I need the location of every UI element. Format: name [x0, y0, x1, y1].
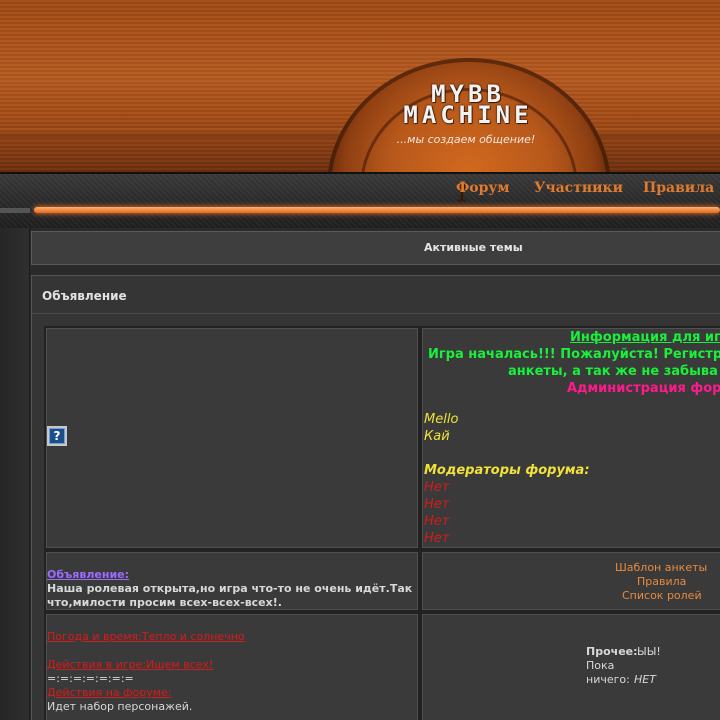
left-column	[0, 228, 30, 720]
announcement-image-cell	[44, 326, 420, 550]
moderator-name: Нет	[424, 497, 450, 512]
form-template-link[interactable]: Шаблон анкеты	[615, 561, 707, 574]
separator-text: =:=:=:=:=:=:=	[47, 672, 134, 685]
game-actions-link[interactable]: Действия в игре:Ищем всех!	[47, 658, 213, 671]
other-line-3-prefix: ничего:	[586, 673, 630, 686]
active-topics-link[interactable]: Активные темы	[424, 241, 523, 254]
header-banner: MYBB MACHINE ...мы создаем общение!	[0, 0, 720, 172]
rules-link[interactable]: Правила	[637, 575, 686, 588]
other-line-3-value: НЕТ	[634, 673, 656, 686]
other-value: ЫЫ!	[637, 645, 661, 658]
moderators-label: Модераторы форума:	[424, 463, 590, 478]
weather-link[interactable]: Погода и время:Тепло и солнечно	[47, 630, 245, 643]
admin-name: Кай	[424, 429, 450, 444]
nav-rail-left	[0, 208, 30, 213]
moderator-name: Нет	[424, 514, 450, 529]
info-heading[interactable]: Информация для иг	[570, 330, 720, 345]
broken-image-icon: ?	[47, 426, 67, 446]
active-topics-bar[interactable]: Активные темы	[31, 231, 720, 265]
announcement-title: Объявление	[42, 289, 127, 303]
site-logo[interactable]: MYBB MACHINE	[346, 82, 590, 129]
moderator-name: Нет	[424, 531, 450, 546]
page: MYBB MACHINE ...мы создаем общение! ⟟ Фо…	[0, 0, 720, 720]
info-line-2: анкеты, а так же не забыва	[508, 364, 718, 379]
logo-line-2: MACHINE	[403, 101, 533, 129]
info-line-3: Администрация фор	[567, 381, 720, 396]
announcement-other-cell	[420, 612, 720, 720]
other-line-2: Пока	[586, 659, 615, 672]
nav-rules-link[interactable]: Правила	[643, 180, 714, 196]
site-tagline: ...мы создаем общение!	[396, 133, 536, 146]
roles-list-link[interactable]: Список ролей	[622, 589, 702, 602]
notice-text-line-1: Наша ролевая открыта,но игра что-то не о…	[47, 582, 413, 595]
moderator-name: Нет	[424, 480, 450, 495]
announcement-header: Объявление	[32, 276, 720, 314]
notice-text-line-2: что,милости просим всех-всех-всех!.	[47, 596, 282, 609]
admin-name: Mello	[424, 412, 459, 427]
forum-actions-link[interactable]: Действия на форуме:	[47, 686, 172, 699]
nav-members-link[interactable]: Участники	[534, 180, 623, 196]
notice-label-link[interactable]: Объявление:	[47, 568, 129, 581]
other-label: Прочее:	[586, 645, 638, 658]
forum-actions-text: Идет набор персонажей.	[47, 700, 193, 713]
nav-rail-glow	[34, 207, 720, 213]
nav-forum-link[interactable]: Форум	[456, 180, 510, 196]
info-line-1: Игра началась!!! Пожалуйста! Регистр	[428, 347, 720, 362]
